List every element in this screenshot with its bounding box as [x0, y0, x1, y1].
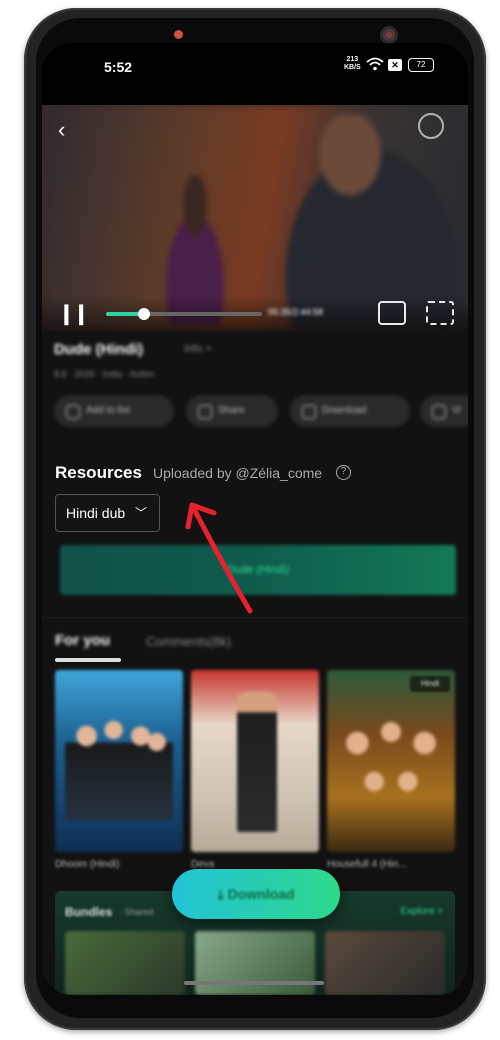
- sim-off-icon: ✕: [388, 59, 402, 71]
- bundles-title: Bundles: [65, 905, 113, 919]
- add-to-list-button[interactable]: Add to list: [54, 395, 174, 427]
- bundles-explore-link[interactable]: Explore >: [400, 906, 443, 917]
- movie-meta: 8.8 · 2025 · India · Action: [54, 369, 155, 379]
- content-tabs: For you Comments(8k): [42, 617, 468, 665]
- fullscreen-icon[interactable]: [426, 301, 454, 325]
- poster-card-3[interactable]: [327, 670, 455, 852]
- language-selected: Hindi dub: [66, 505, 126, 521]
- more-chip-button[interactable]: Vi: [420, 395, 468, 427]
- battery-indicator: 72: [408, 58, 434, 72]
- video-player[interactable]: ‹ ❙❙ 05:35/2:44:58: [42, 105, 468, 331]
- pause-icon[interactable]: ❙❙: [58, 301, 89, 326]
- language-dropdown[interactable]: Hindi dub ﹀: [55, 494, 160, 532]
- app-screen: 5:52 213 KB/S ✕ 72 ‹ ❙❙ 05:35/2:44:58 Du…: [42, 43, 468, 995]
- movie-title: Dude (Hindi): [54, 341, 144, 358]
- movie-info-link[interactable]: Info >: [184, 343, 212, 355]
- poster-card-2[interactable]: [191, 670, 319, 852]
- video-timecode: 05:35/2:44:58: [268, 307, 324, 317]
- bundles-subtitle: · Shared: [119, 907, 154, 917]
- action-chips: Add to list Share Download Vi: [54, 395, 468, 429]
- bundle-thumbnail-1[interactable]: [65, 931, 185, 995]
- poster-language-tag: Hindi: [410, 676, 450, 692]
- question-icon[interactable]: ?: [336, 465, 351, 480]
- download-button-label: ⤓ Download: [217, 886, 295, 902]
- resources-heading: Resources: [55, 463, 142, 482]
- poster-title-3: Housefull 4 (Hin...: [327, 859, 407, 870]
- net-speed-value: 213: [346, 56, 359, 63]
- share-button[interactable]: Share: [186, 395, 278, 427]
- bundle-thumbnail-2[interactable]: [195, 931, 315, 995]
- back-arrow-icon[interactable]: ‹: [58, 117, 65, 143]
- video-progress-knob[interactable]: [138, 308, 150, 320]
- annotation-arrow: [185, 502, 253, 614]
- screenshot-icon[interactable]: [378, 301, 406, 325]
- poster-card-1[interactable]: [55, 670, 183, 852]
- download-button[interactable]: ⤓ Download: [172, 869, 340, 919]
- wifi-icon: [366, 57, 384, 71]
- tab-active-indicator: [55, 658, 121, 662]
- poster-title-1: Dhoom (Hindi): [55, 859, 120, 870]
- tab-comments[interactable]: Comments(8k): [146, 634, 231, 649]
- video-progress-slider[interactable]: [106, 308, 262, 320]
- bundle-thumbnail-3[interactable]: [325, 931, 445, 995]
- phone-sensor: [174, 30, 183, 39]
- status-bar: 5:52 213 KB/S ✕ 72: [42, 43, 468, 105]
- help-icon[interactable]: [418, 113, 444, 139]
- status-time: 5:52: [104, 59, 133, 75]
- uploaded-by-label: Uploaded by @Zélia_come: [153, 465, 323, 481]
- home-indicator[interactable]: [184, 981, 324, 985]
- net-speed: 213 KB/S: [344, 56, 361, 72]
- phone-camera: [380, 26, 398, 44]
- net-speed-unit: KB/S: [344, 64, 361, 71]
- download-chip-button[interactable]: Download: [290, 395, 410, 427]
- tab-for-you[interactable]: For you: [55, 632, 110, 649]
- chevron-down-icon: ﹀: [134, 506, 147, 520]
